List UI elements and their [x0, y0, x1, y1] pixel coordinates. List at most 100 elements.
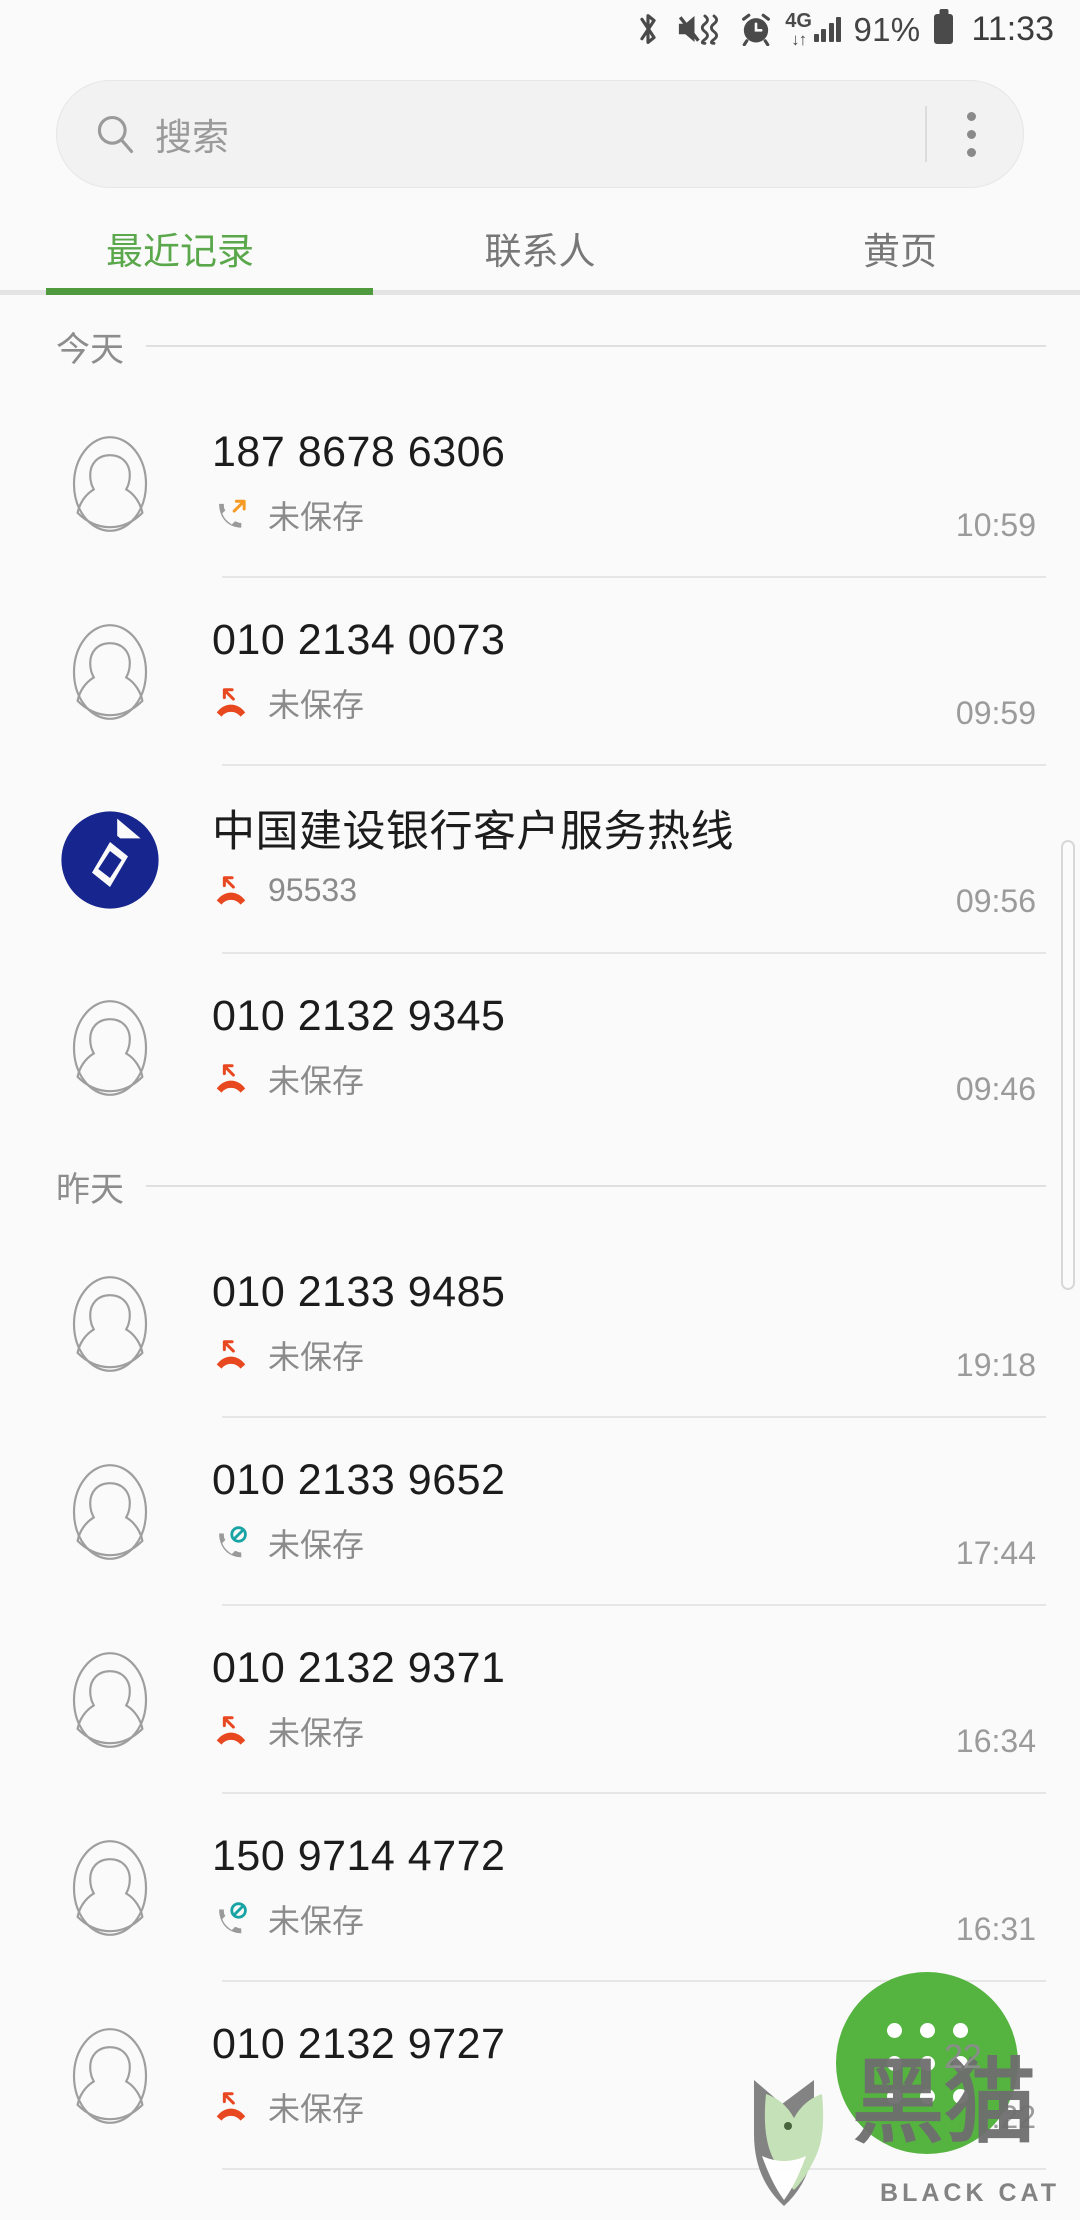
missed-call-icon — [212, 872, 250, 910]
call-time: 09:59 — [955, 695, 1036, 731]
call-title: 010 2134 0073 — [212, 616, 506, 665]
default-avatar — [56, 430, 164, 538]
default-avatar — [56, 1646, 164, 1754]
call-subtitle: 未保存 — [268, 1062, 365, 1099]
scrollbar-thumb[interactable] — [1061, 840, 1075, 1290]
section-header-today: 今天 — [0, 302, 1080, 390]
missed-call-icon — [212, 1336, 250, 1374]
tab-recent[interactable]: 最近记录 — [0, 221, 360, 275]
dialpad-icon — [886, 2022, 968, 2104]
missed-call-icon — [212, 1712, 250, 1750]
call-log-row[interactable]: 010 2133 9652 未保存 17:44 — [0, 1418, 1080, 1606]
call-log-row-body: 010 2134 0073 未保存 — [164, 618, 1080, 726]
signal-bars-icon — [813, 16, 842, 42]
dialpad-fab-button[interactable] — [836, 1972, 1018, 2154]
default-avatar — [56, 1834, 164, 1942]
search-bar-container: 搜索 — [0, 80, 1080, 188]
call-subline: 未保存 — [212, 1708, 1060, 1754]
missed-call-icon — [212, 1060, 250, 1098]
call-subline: 95533 — [212, 872, 1060, 910]
call-log-row-body: 010 2133 9652 未保存 — [164, 1458, 1080, 1566]
call-title: 010 2133 9652 — [212, 1456, 506, 1505]
missed-call-icon — [212, 684, 250, 722]
default-avatar — [56, 994, 164, 1102]
call-log-row[interactable]: 010 2132 9345 未保存 09:46 — [0, 954, 1080, 1142]
call-subtitle: 95533 — [268, 872, 357, 909]
section-rule — [146, 345, 1046, 347]
missed-call-icon — [212, 2088, 250, 2126]
alarm-icon — [739, 12, 773, 46]
call-subtitle: 未保存 — [268, 1902, 365, 1939]
default-avatar — [56, 1270, 164, 1378]
call-title: 010 2132 9345 — [212, 992, 506, 1041]
more-vertical-icon[interactable] — [949, 111, 993, 157]
call-log-row-body: 中国建设银行客户服务热线 95533 — [164, 810, 1080, 910]
bluetooth-icon — [633, 12, 663, 46]
default-avatar — [56, 618, 164, 726]
call-log-row-body: 010 2133 9485 未保存 — [164, 1270, 1080, 1378]
battery-icon — [934, 14, 954, 44]
default-avatar — [56, 1458, 164, 1566]
call-log-row[interactable]: 010 2134 0073 未保存 09:59 — [0, 578, 1080, 766]
section-label: 昨天 — [56, 1170, 124, 1209]
call-subtitle: 未保存 — [268, 498, 365, 535]
phone-app-screen: 4G ↓↑ 91% 11:33 搜索 最近记录 联系人 黄页 今天 187 86… — [0, 0, 1080, 2220]
network-4g-icon: 4G ↓↑ — [785, 9, 842, 49]
call-subtitle: 未保存 — [268, 1338, 365, 1375]
call-subline: 未保存 — [212, 492, 1060, 538]
call-title: 187 8678 6306 — [212, 428, 506, 477]
search-bar[interactable]: 搜索 — [56, 80, 1024, 188]
call-subtitle: 未保存 — [268, 1714, 365, 1751]
call-log-row[interactable]: 中国建设银行客户服务热线 95533 09:56 — [0, 766, 1080, 954]
call-log-row[interactable]: 150 9714 4772 未保存 16:31 — [0, 1794, 1080, 1982]
call-log-row[interactable]: 010 2132 9371 未保存 16:34 — [0, 1606, 1080, 1794]
call-log-row[interactable]: 010 2133 9485 未保存 19:18 — [0, 1230, 1080, 1418]
call-subline: 未保存 — [212, 680, 1060, 726]
call-subline: 未保存 — [212, 1056, 1060, 1102]
call-time: 17:44 — [955, 1535, 1036, 1571]
call-title: 010 2132 9371 — [212, 1644, 506, 1693]
default-avatar — [56, 2022, 164, 2130]
blocked-call-icon — [212, 1524, 250, 1562]
tab-bar: 最近记录 联系人 黄页 — [0, 200, 1080, 296]
network-arrows: ↓↑ — [791, 29, 807, 49]
call-time: 16:34 — [955, 1723, 1036, 1759]
call-subtitle: 未保存 — [268, 1526, 365, 1563]
call-title: 010 2133 9485 — [212, 1268, 506, 1317]
section-header-yesterday: 昨天 — [0, 1142, 1080, 1230]
search-icon — [93, 112, 137, 156]
call-title: 150 9714 4772 — [212, 1832, 506, 1881]
call-log-row-body: 150 9714 4772 未保存 — [164, 1834, 1080, 1942]
call-time: 16:31 — [955, 1911, 1036, 1947]
search-input[interactable]: 搜索 — [155, 107, 925, 161]
status-bar: 4G ↓↑ 91% 11:33 — [0, 0, 1080, 58]
call-subline: 未保存 — [212, 1896, 1060, 1942]
call-subtitle: 未保存 — [268, 686, 365, 723]
tab-yellowpages[interactable]: 黄页 — [720, 221, 1080, 275]
status-bar-clock: 11:33 — [971, 9, 1054, 48]
call-time: 09:46 — [955, 1071, 1036, 1107]
section-rule — [146, 1185, 1046, 1187]
blocked-call-icon — [212, 1900, 250, 1938]
mute-vibrate-icon — [675, 12, 727, 46]
call-subline: 未保存 — [212, 1520, 1060, 1566]
call-time: 19:18 — [955, 1347, 1036, 1383]
call-log-row[interactable]: 187 8678 6306 未保存 10:59 — [0, 390, 1080, 578]
call-subline: 未保存 — [212, 1332, 1060, 1378]
call-time: 10:59 — [955, 507, 1036, 543]
tab-contacts[interactable]: 联系人 — [360, 221, 720, 275]
call-subtitle: 未保存 — [268, 2090, 365, 2127]
section-label: 今天 — [56, 330, 124, 369]
tab-underline-active — [46, 288, 373, 295]
network-label: 4G — [785, 9, 812, 32]
call-log-row-body: 010 2132 9371 未保存 — [164, 1646, 1080, 1754]
ccb-logo-icon — [56, 806, 164, 914]
battery-percent-label: 91% — [853, 10, 921, 48]
call-log-list[interactable]: 今天 187 8678 6306 未保存 10:59 010 2134 0073… — [0, 302, 1080, 2220]
call-log-row-body: 010 2132 9345 未保存 — [164, 994, 1080, 1102]
row-divider — [222, 2168, 1046, 2170]
call-title: 中国建设银行客户服务热线 — [212, 808, 734, 857]
call-log-row-body: 187 8678 6306 未保存 — [164, 430, 1080, 538]
outgoing-call-icon — [212, 496, 250, 534]
call-time: 09:56 — [955, 883, 1036, 919]
